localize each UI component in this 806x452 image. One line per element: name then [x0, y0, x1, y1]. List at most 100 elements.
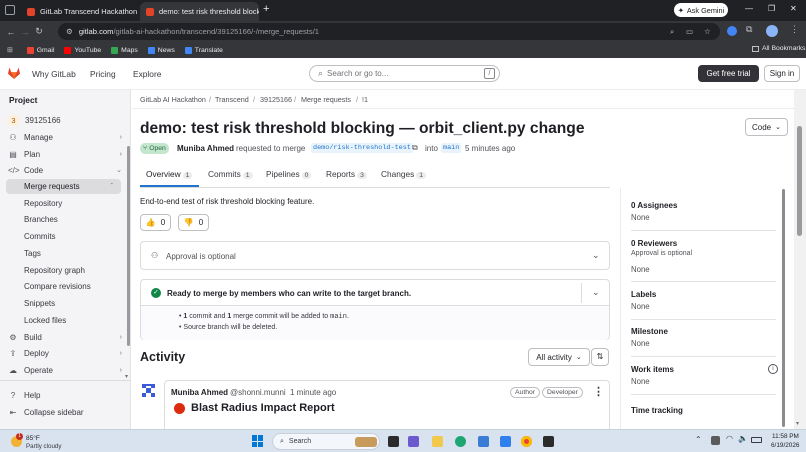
browser-tab-active[interactable]: demo: test risk threshold blocki ✕ — [140, 2, 259, 21]
sidebar-item-plan[interactable]: ▤ Plan › — [8, 147, 122, 161]
chrome-icon[interactable] — [521, 436, 532, 447]
extension-icon[interactable] — [727, 26, 737, 36]
sidebar-item-tags[interactable]: Tags — [24, 249, 41, 258]
copilot-icon[interactable] — [408, 436, 419, 447]
app-icon[interactable] — [500, 436, 511, 447]
tab-overview[interactable]: Overview 1 — [146, 169, 193, 179]
maximize-icon[interactable]: ❐ — [768, 4, 775, 13]
chevron-down-icon[interactable]: ⌄ — [592, 250, 600, 261]
breadcrumb-group[interactable]: GitLab AI Hackathon — [140, 95, 206, 104]
tab-search-icon[interactable] — [5, 5, 15, 15]
menu-kebab-icon[interactable]: ⋮ — [790, 24, 799, 35]
battery-icon[interactable] — [751, 437, 762, 443]
thumbs-down-button[interactable]: 👎 0 — [178, 214, 209, 231]
help-link[interactable]: ? Help — [8, 388, 122, 402]
bookmark-maps[interactable]: Maps — [111, 46, 138, 54]
profile-avatar[interactable] — [766, 25, 778, 37]
bookmark-gmail[interactable]: Gmail — [26, 46, 54, 54]
bookmark-star-icon[interactable]: ☆ — [704, 27, 711, 36]
bookmark-translate[interactable]: Translate — [184, 46, 223, 54]
back-icon[interactable]: ← — [4, 27, 18, 37]
forward-icon[interactable]: → — [18, 27, 32, 37]
page-scrollbar[interactable] — [797, 126, 802, 236]
bookmark-news[interactable]: News — [147, 46, 175, 54]
edge-icon[interactable] — [455, 436, 466, 447]
sort-order-button[interactable]: ⇅ — [591, 348, 609, 366]
sidebar-project[interactable]: 3 39125166 — [8, 113, 122, 127]
sidebar-item-manage[interactable]: ⚇ Manage › — [8, 130, 122, 144]
sidebar-item-branches[interactable]: Branches — [24, 215, 58, 224]
volume-icon[interactable]: 🔈 — [738, 434, 748, 443]
sidebar-item-merge-requests[interactable]: Merge requests - — [6, 179, 121, 194]
target-branch[interactable]: main — [441, 143, 462, 153]
sidebar-item-repository-graph[interactable]: Repository graph — [24, 266, 85, 275]
store-icon[interactable] — [478, 436, 489, 447]
code-dropdown-button[interactable]: Code ⌄ — [745, 118, 788, 136]
tab-commits[interactable]: Commits 1 — [208, 169, 253, 179]
sidebar-item-compare-revisions[interactable]: Compare revisions — [24, 282, 91, 291]
all-bookmarks[interactable]: All Bookmarks — [752, 45, 805, 52]
tab-pipelines[interactable]: Pipelines 0 — [266, 169, 312, 179]
avatar[interactable] — [140, 382, 157, 399]
sign-in-button[interactable]: Sign in — [764, 65, 800, 82]
sidebar-item-operate[interactable]: ☁ Operate › — [8, 363, 122, 377]
collapse-sidebar-button[interactable]: ⇤ Collapse sidebar — [8, 405, 122, 419]
weather-widget[interactable]: 1 85°F Partly cloudy — [8, 433, 78, 451]
clock-time[interactable]: 11:58 PM — [772, 433, 799, 440]
close-window-icon[interactable]: ✕ — [790, 4, 797, 13]
activity-filter-dropdown[interactable]: All activity ⌄ — [528, 348, 590, 366]
copy-branch-icon[interactable]: ⧉ — [412, 143, 418, 153]
reload-icon[interactable]: ↻ — [32, 26, 46, 37]
sidebar-item-repository[interactable]: Repository — [24, 199, 62, 208]
free-trial-button[interactable]: Get free trial — [698, 65, 759, 82]
browser-tab[interactable]: GitLab Transcend Hackathon o ✕ — [21, 2, 139, 21]
sidebar-scroll-down-icon[interactable]: ▾ — [125, 373, 128, 380]
task-view-icon[interactable] — [388, 436, 399, 447]
address-bar[interactable]: ⚙ gitlab.com/gitlab-ai-hackathon/transce… — [58, 23, 720, 40]
gitlab-logo-icon[interactable] — [7, 66, 21, 80]
tab-reports[interactable]: Reports 3 — [326, 169, 367, 179]
breadcrumb-project[interactable]: 39125166 — [260, 95, 292, 104]
comment-author[interactable]: Muniba Ahmed — [171, 388, 228, 397]
more-actions-icon[interactable]: ⋮ — [593, 385, 604, 398]
rightbar-scrollbar[interactable] — [782, 189, 785, 427]
wifi-icon[interactable]: ◠ — [726, 434, 733, 443]
breadcrumb-merge-requests[interactable]: Merge requests — [301, 95, 351, 104]
sidebar-scrollbar[interactable] — [127, 146, 130, 346]
breadcrumb-subgroup[interactable]: Transcend — [215, 95, 249, 104]
breadcrumb-mr-id[interactable]: !1 — [362, 95, 368, 104]
zoom-icon[interactable]: ⌕ — [670, 27, 674, 37]
chevron-down-icon[interactable]: ⌄ — [592, 287, 600, 298]
tray-app-icon[interactable] — [711, 436, 720, 445]
site-info-icon[interactable]: ⚙ — [66, 27, 73, 36]
cast-icon[interactable]: ▭ — [686, 27, 693, 36]
new-tab-icon[interactable]: + — [263, 3, 269, 15]
source-branch[interactable]: demo/risk-threshold-test — [311, 143, 413, 153]
comment-handle[interactable]: @shonni.munni — [230, 388, 286, 397]
nav-why-gitlab[interactable]: Why GitLab — [32, 69, 76, 79]
taskbar-search[interactable]: ⌕ Search — [272, 433, 380, 450]
sidebar-item-snippets[interactable]: Snippets — [24, 299, 55, 308]
ask-gemini-button[interactable]: ✦ Ask Gemini — [674, 3, 728, 17]
tab-changes[interactable]: Changes 1 — [381, 169, 426, 179]
nav-explore[interactable]: Explore — [133, 69, 161, 79]
terminal-icon[interactable] — [543, 436, 554, 447]
info-icon[interactable]: i — [768, 364, 778, 374]
page-scroll-down-icon[interactable]: ▾ — [796, 420, 799, 427]
puzzle-extensions-icon[interactable]: ⧉ — [746, 24, 752, 35]
nav-pricing[interactable]: Pricing — [90, 69, 116, 79]
tray-chevron-up-icon[interactable]: ⌃ — [695, 435, 702, 444]
sidebar-item-code[interactable]: </> Code ⌄ — [8, 163, 122, 177]
thumbs-up-button[interactable]: 👍 0 — [140, 214, 171, 231]
search-input[interactable]: ⌕ Search or go to... / — [309, 65, 500, 82]
sidebar-item-build[interactable]: ⚙ Build › — [8, 330, 122, 344]
sidebar-item-locked-files[interactable]: Locked files — [24, 316, 66, 325]
clock-date[interactable]: 6/19/2026 — [771, 442, 799, 449]
bookmark-youtube[interactable]: YouTube — [64, 46, 101, 54]
sidebar-item-commits[interactable]: Commits — [24, 232, 56, 241]
mr-author[interactable]: Muniba Ahmed — [177, 144, 234, 153]
minimize-icon[interactable]: — — [745, 4, 753, 13]
apps-grid-icon[interactable]: ⊞ — [7, 46, 13, 54]
file-explorer-icon[interactable] — [432, 436, 443, 447]
sidebar-item-deploy[interactable]: ⇪ Deploy › — [8, 346, 122, 360]
